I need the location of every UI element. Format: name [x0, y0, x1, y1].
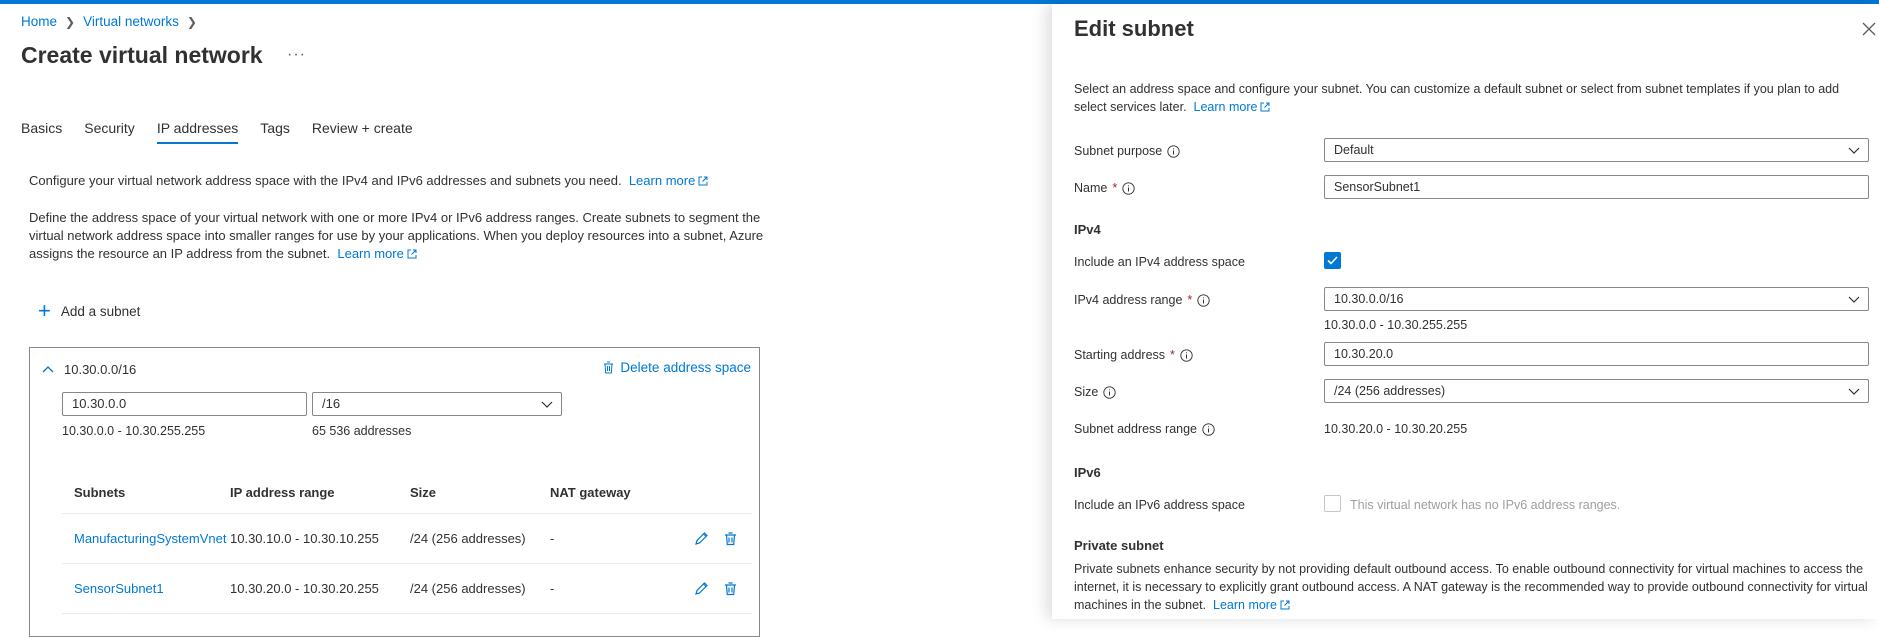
subnet-range-label: Subnet address range: [1074, 422, 1215, 436]
chevron-down-icon: [1848, 147, 1860, 154]
subnet-range-value: 10.30.20.0 - 10.30.20.255: [1324, 422, 1468, 436]
private-subnet-heading: Private subnet: [1074, 538, 1164, 553]
ipv4-section-heading: IPv4: [1074, 222, 1101, 237]
add-subnet-button[interactable]: + Add a subnet: [38, 298, 140, 323]
edit-subnet-panel: Edit subnet Select an address space and …: [1052, 4, 1879, 619]
subnet-nat: -: [550, 531, 555, 546]
external-link-icon: [698, 176, 708, 186]
intro-text-2: Define the address space of your virtual…: [29, 210, 764, 261]
info-icon[interactable]: [1197, 293, 1210, 307]
learn-more-link[interactable]: Learn more: [1210, 598, 1290, 612]
address-range-text: 10.30.0.0 - 10.30.255.255: [62, 424, 206, 438]
subnet-range: 10.30.20.0 - 10.30.20.255: [230, 581, 379, 596]
learn-more-link[interactable]: Learn more: [334, 246, 417, 261]
ipv6-disabled-text: This virtual network has no IPv6 address…: [1350, 498, 1621, 512]
address-space-input[interactable]: 10.30.0.0: [62, 392, 307, 416]
info-icon[interactable]: [1167, 144, 1180, 158]
delete-trash-icon[interactable]: [723, 581, 738, 596]
column-header-ip-range: IP address range: [230, 485, 335, 500]
subnet-size: /24 (256 addresses): [410, 581, 526, 596]
column-header-subnets: Subnets: [74, 485, 126, 500]
tab-tags[interactable]: Tags: [260, 120, 290, 144]
learn-more-link[interactable]: Learn more: [625, 173, 708, 188]
delete-trash-icon[interactable]: [723, 531, 738, 546]
address-prefix-select[interactable]: /16: [312, 392, 562, 416]
address-space-card: 10.30.0.0/16 Delete address space 10.30.…: [29, 347, 760, 637]
name-label: Name *: [1074, 181, 1135, 195]
close-icon[interactable]: [1862, 22, 1876, 36]
edit-pencil-icon[interactable]: [694, 581, 709, 596]
address-count-text: 65 536 addresses: [312, 424, 412, 438]
table-row: ManufacturingSystemVnet 10.30.10.0 - 10.…: [62, 514, 752, 564]
learn-more-link[interactable]: Learn more: [1190, 100, 1270, 114]
subnet-size: /24 (256 addresses): [410, 531, 526, 546]
info-icon[interactable]: [1103, 385, 1116, 399]
subnet-purpose-select[interactable]: Default: [1324, 138, 1869, 162]
chevron-right-icon: ❯: [65, 14, 76, 29]
subnet-table: Subnets IP address range Size NAT gatewa…: [62, 472, 752, 614]
subnet-nat: -: [550, 581, 555, 596]
checkmark-icon: [1327, 256, 1338, 265]
panel-title: Edit subnet: [1074, 16, 1194, 41]
chevron-up-icon[interactable]: [42, 364, 54, 376]
name-input[interactable]: SensorSubnet1: [1324, 175, 1869, 199]
panel-description: Select an address space and configure yo…: [1074, 82, 1840, 114]
delete-address-space-button[interactable]: Delete address space: [603, 360, 751, 375]
external-link-icon: [1260, 102, 1270, 112]
include-ipv6-checkbox[interactable]: [1324, 495, 1341, 512]
starting-address-label: Starting address *: [1074, 348, 1193, 362]
private-subnet-description: Private subnets enhance security by not …: [1074, 562, 1868, 612]
tab-review-create[interactable]: Review + create: [312, 120, 413, 144]
more-options-icon[interactable]: ···: [287, 46, 306, 64]
breadcrumb: Home ❯ Virtual networks ❯: [21, 14, 197, 29]
info-icon[interactable]: [1122, 181, 1135, 195]
ipv4-range-select[interactable]: 10.30.0.0/16: [1324, 287, 1869, 311]
tab-ip-addresses[interactable]: IP addresses: [156, 120, 239, 144]
breadcrumb-home[interactable]: Home: [21, 14, 57, 29]
column-header-size: Size: [410, 485, 437, 500]
create-vnet-page: Home ❯ Virtual networks ❯ Create virtual…: [0, 4, 1050, 637]
table-header-row: Subnets IP address range Size NAT gatewa…: [62, 472, 752, 514]
external-link-icon: [407, 249, 417, 259]
tab-security[interactable]: Security: [84, 120, 135, 144]
address-space-header[interactable]: 10.30.0.0/16: [42, 362, 136, 377]
chevron-down-icon: [1848, 296, 1860, 303]
breadcrumb-virtual-networks[interactable]: Virtual networks: [83, 14, 179, 29]
trash-icon: [604, 361, 614, 374]
chevron-down-icon: [1848, 388, 1860, 395]
table-row: SensorSubnet1 10.30.20.0 - 10.30.20.255 …: [62, 564, 752, 614]
column-header-nat-gateway: NAT gateway: [550, 485, 631, 500]
ipv4-range-label: IPv4 address range *: [1074, 293, 1210, 307]
edit-pencil-icon[interactable]: [694, 531, 709, 546]
page-title: Create virtual network: [21, 42, 263, 68]
size-select[interactable]: /24 (256 addresses): [1324, 379, 1869, 403]
tab-basics[interactable]: Basics: [21, 120, 62, 144]
chevron-right-icon: ❯: [186, 14, 197, 29]
starting-address-input[interactable]: 10.30.20.0: [1324, 342, 1869, 366]
subnet-name-link[interactable]: SensorSubnet1: [62, 581, 230, 596]
ipv6-section-heading: IPv6: [1074, 465, 1101, 480]
intro-text-1: Configure your virtual network address s…: [29, 173, 708, 188]
include-ipv4-checkbox[interactable]: [1324, 252, 1341, 269]
chevron-down-icon: [541, 401, 553, 408]
include-ipv6-label: Include an IPv6 address space: [1074, 498, 1245, 512]
subnet-name-link[interactable]: ManufacturingSystemVnet: [62, 531, 230, 546]
ipv4-range-hint: 10.30.0.0 - 10.30.255.255: [1324, 318, 1468, 332]
info-icon[interactable]: [1202, 422, 1215, 436]
tab-strip: Basics Security IP addresses Tags Review…: [21, 120, 435, 144]
subnet-range: 10.30.10.0 - 10.30.10.255: [230, 531, 379, 546]
external-link-icon: [1280, 600, 1290, 610]
plus-icon: +: [38, 298, 51, 323]
size-label: Size: [1074, 385, 1116, 399]
include-ipv4-label: Include an IPv4 address space: [1074, 255, 1245, 269]
subnet-purpose-label: Subnet purpose: [1074, 144, 1180, 158]
info-icon[interactable]: [1180, 348, 1193, 362]
